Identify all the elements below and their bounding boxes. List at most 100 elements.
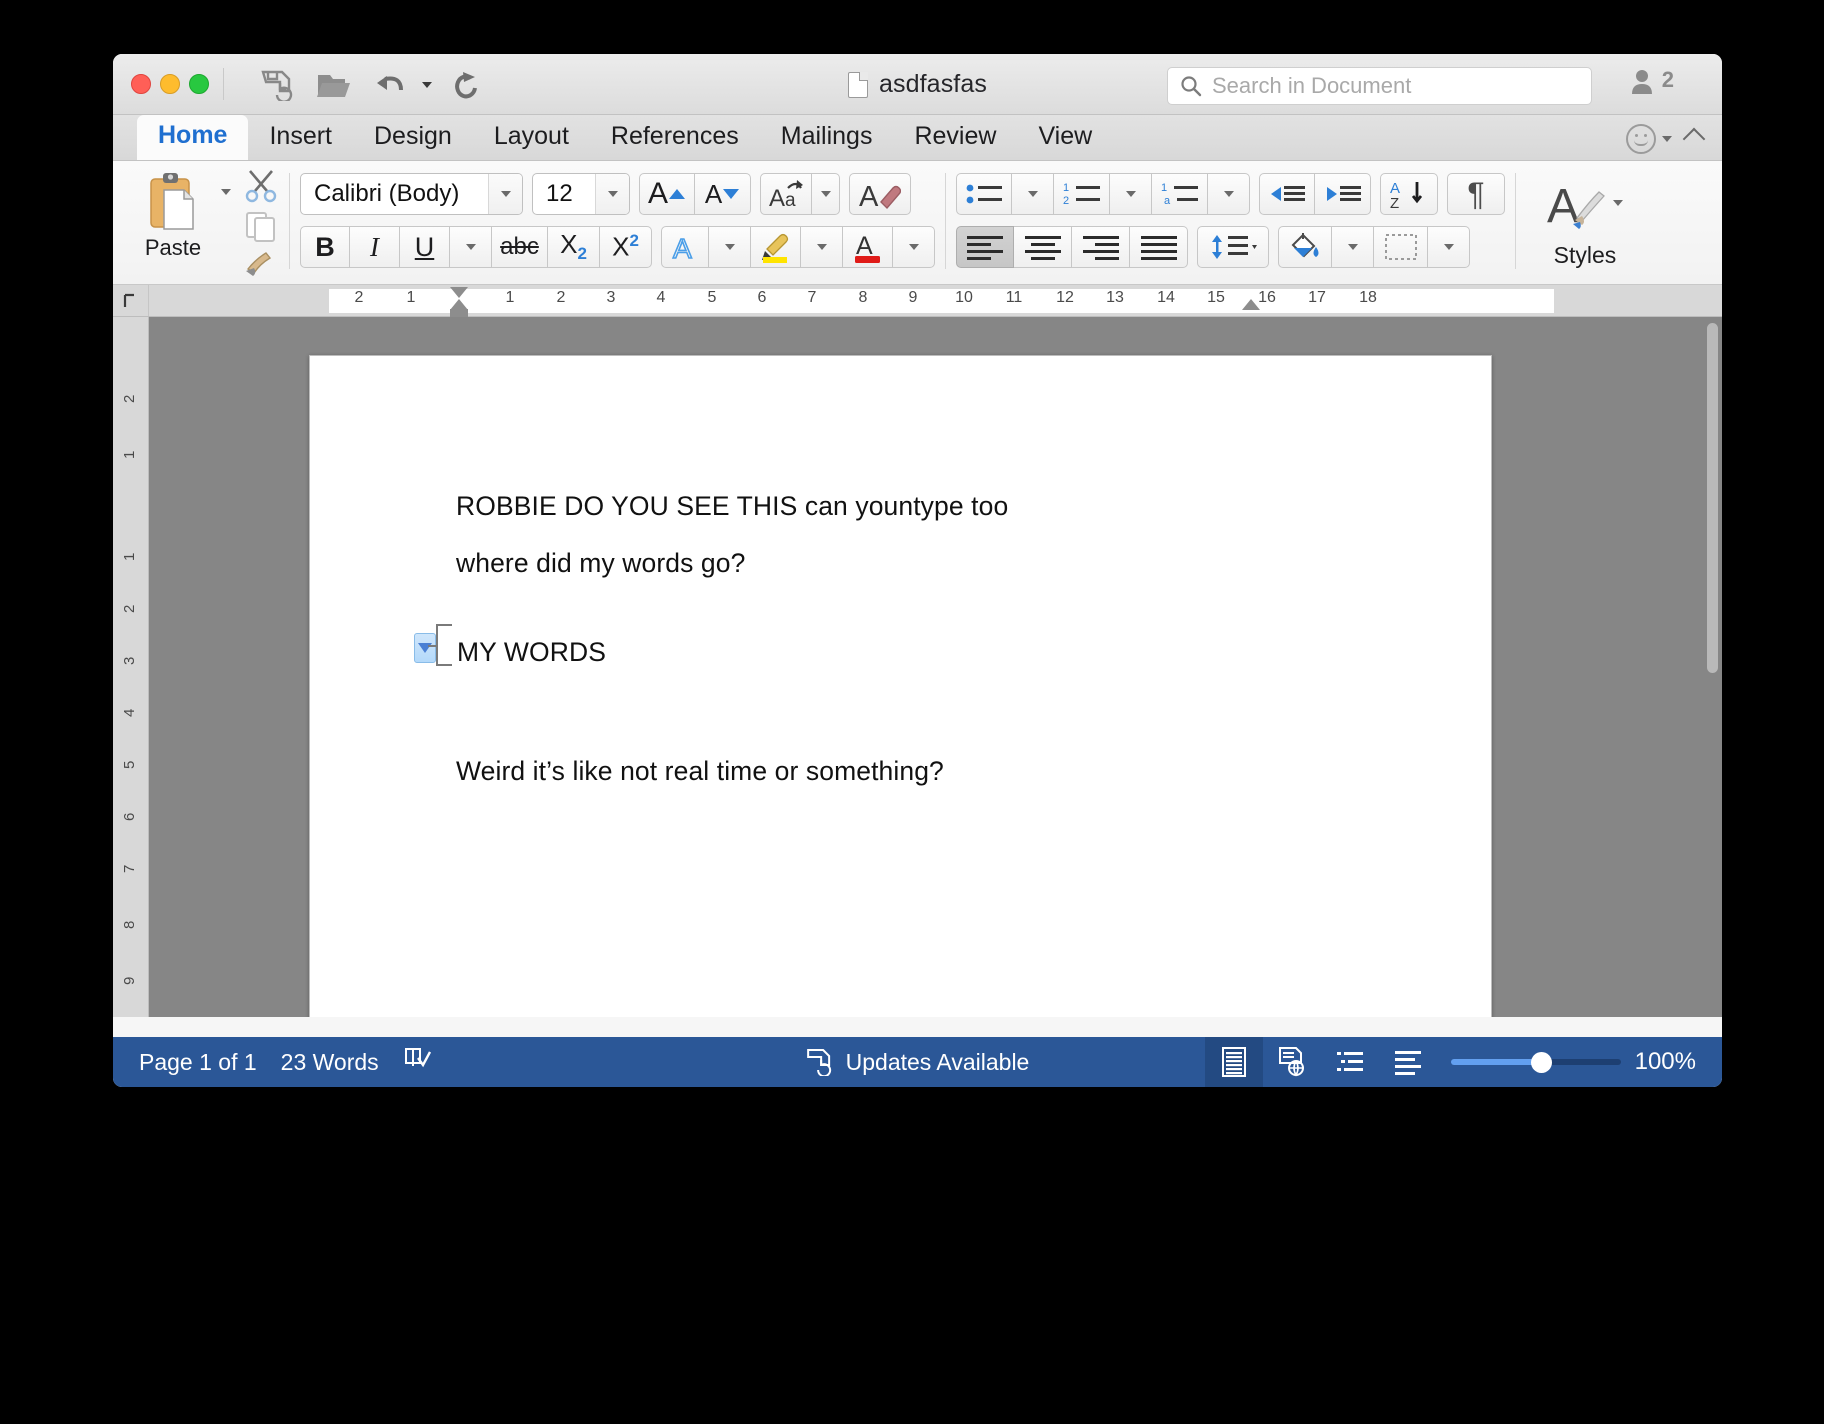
line-spacing-button[interactable] xyxy=(1197,226,1269,268)
vruler-mark: 5 xyxy=(121,761,138,769)
clear-formatting-button[interactable]: A xyxy=(849,173,911,215)
left-indent-marker[interactable] xyxy=(450,309,468,317)
vruler-mark: 4 xyxy=(121,709,138,717)
tab-references[interactable]: References xyxy=(590,116,760,160)
multilevel-dropdown[interactable] xyxy=(1208,173,1250,215)
subscript-button[interactable]: X2 xyxy=(548,226,600,268)
word-count[interactable]: 23 Words xyxy=(281,1049,379,1076)
bold-button[interactable]: B xyxy=(300,226,350,268)
align-center-button[interactable] xyxy=(1014,226,1072,268)
vertical-scrollbar[interactable] xyxy=(1707,323,1718,1011)
zoom-level[interactable]: 100% xyxy=(1635,1048,1722,1076)
chevron-down-icon[interactable] xyxy=(488,174,522,214)
font-size-combo[interactable]: 12 xyxy=(532,173,630,215)
ruler-mark: 12 xyxy=(1056,289,1074,307)
font-name-combo[interactable]: Calibri (Body) xyxy=(300,173,523,215)
paragraph-2[interactable]: where did my words go? xyxy=(456,548,745,579)
tab-mailings[interactable]: Mailings xyxy=(760,116,894,160)
strikethrough-button[interactable]: abc xyxy=(492,226,548,268)
font-color-dropdown[interactable] xyxy=(893,226,935,268)
collaborator-count: 2 xyxy=(1662,67,1674,93)
decrease-indent-button[interactable] xyxy=(1259,173,1315,215)
format-painter-button[interactable] xyxy=(244,249,278,284)
print-layout-view-button[interactable] xyxy=(1205,1037,1263,1087)
underline-dropdown[interactable] xyxy=(450,226,492,268)
superscript-button[interactable]: X2 xyxy=(600,226,652,268)
feedback-dropdown-caret[interactable] xyxy=(1662,136,1672,142)
align-left-icon xyxy=(966,234,1004,260)
italic-button[interactable]: I xyxy=(350,226,400,268)
styles-dropdown-caret[interactable] xyxy=(1613,200,1623,206)
group-divider xyxy=(945,173,946,269)
tab-layout[interactable]: Layout xyxy=(473,116,590,160)
zoom-slider[interactable] xyxy=(1451,1037,1621,1087)
web-layout-icon xyxy=(1278,1047,1306,1077)
tab-stop-selector[interactable] xyxy=(113,285,149,316)
increase-indent-button[interactable] xyxy=(1315,173,1371,215)
paste-dropdown[interactable] xyxy=(221,189,231,195)
font-size-value: 12 xyxy=(533,180,595,208)
change-case-button[interactable]: A a xyxy=(760,173,812,215)
copy-button[interactable] xyxy=(244,210,278,247)
cut-button[interactable] xyxy=(243,169,279,208)
sort-button[interactable]: A Z xyxy=(1380,173,1438,215)
bullets-button[interactable] xyxy=(956,173,1012,215)
chevron-up-icon[interactable] xyxy=(1683,128,1706,151)
updates-available-button[interactable]: Updates Available xyxy=(806,1048,1030,1076)
proofing-check-icon[interactable] xyxy=(403,1046,431,1078)
styles-group[interactable]: A Styles xyxy=(1526,167,1644,279)
right-indent-marker[interactable] xyxy=(1242,299,1260,310)
ruler-strip[interactable]: 2 1 1 2 3 4 5 6 7 8 9 10 11 12 13 14 15 … xyxy=(149,285,1722,316)
tab-review[interactable]: Review xyxy=(893,116,1017,160)
paste-button[interactable]: Paste xyxy=(125,167,221,261)
ruler-mark: 3 xyxy=(607,289,616,307)
underline-button[interactable]: U xyxy=(400,226,450,268)
shrink-font-button[interactable]: A xyxy=(695,173,751,215)
justify-button[interactable] xyxy=(1130,226,1188,268)
horizontal-ruler: 2 1 1 2 3 4 5 6 7 8 9 10 11 12 13 14 15 … xyxy=(113,285,1722,317)
smiley-face-icon[interactable] xyxy=(1626,124,1656,154)
web-layout-view-button[interactable] xyxy=(1263,1037,1321,1087)
shading-dropdown[interactable] xyxy=(1332,226,1374,268)
text-effects-button[interactable]: A xyxy=(661,226,709,268)
collaborator-flag-icon[interactable] xyxy=(414,633,436,663)
text-effects-dropdown[interactable] xyxy=(709,226,751,268)
numbering-dropdown[interactable] xyxy=(1110,173,1152,215)
borders-dropdown[interactable] xyxy=(1428,226,1470,268)
bullets-dropdown[interactable] xyxy=(1012,173,1054,215)
scrollbar-thumb[interactable] xyxy=(1707,323,1718,673)
highlight-button[interactable] xyxy=(751,226,801,268)
document-page[interactable]: ROBBIE DO YOU SEE THIS can yountype too … xyxy=(309,355,1492,1017)
tab-home[interactable]: Home xyxy=(137,115,248,160)
search-input[interactable]: Search in Document xyxy=(1167,67,1592,105)
shading-button[interactable] xyxy=(1278,226,1332,268)
draft-view-button[interactable] xyxy=(1379,1037,1437,1087)
change-case-dropdown[interactable] xyxy=(812,173,840,215)
ribbon-tabs: Home Insert Design Layout References Mai… xyxy=(113,115,1722,161)
paragraph-1[interactable]: ROBBIE DO YOU SEE THIS can yountype too xyxy=(456,491,1008,522)
multilevel-list-button[interactable]: 1 a xyxy=(1152,173,1208,215)
outline-view-button[interactable] xyxy=(1321,1037,1379,1087)
first-line-indent-marker[interactable] xyxy=(450,287,468,298)
tab-insert[interactable]: Insert xyxy=(248,116,353,160)
paragraph-3[interactable]: MY WORDS xyxy=(457,637,606,668)
page-indicator[interactable]: Page 1 of 1 xyxy=(139,1049,257,1076)
alignment-buttons xyxy=(956,226,1188,268)
align-left-button[interactable] xyxy=(956,226,1014,268)
borders-button[interactable] xyxy=(1374,226,1428,268)
align-right-button[interactable] xyxy=(1072,226,1130,268)
tab-view[interactable]: View xyxy=(1017,116,1113,160)
collaborators-indicator[interactable]: 2 xyxy=(1629,66,1674,96)
tab-design[interactable]: Design xyxy=(353,116,473,160)
ruler-mark: 1 xyxy=(506,289,515,307)
show-paragraph-marks-button[interactable]: ¶ xyxy=(1447,173,1505,215)
zoom-slider-knob[interactable] xyxy=(1531,1052,1552,1073)
chevron-down-icon[interactable] xyxy=(595,174,629,214)
grow-font-button[interactable]: A xyxy=(639,173,695,215)
document-canvas[interactable]: ROBBIE DO YOU SEE THIS can yountype too … xyxy=(149,317,1722,1017)
numbering-button[interactable]: 1 2 xyxy=(1054,173,1110,215)
paragraph-4[interactable]: Weird it’s like not real time or somethi… xyxy=(456,756,944,787)
highlight-dropdown[interactable] xyxy=(801,226,843,268)
person-icon xyxy=(1629,66,1659,96)
font-color-button[interactable]: A xyxy=(843,226,893,268)
